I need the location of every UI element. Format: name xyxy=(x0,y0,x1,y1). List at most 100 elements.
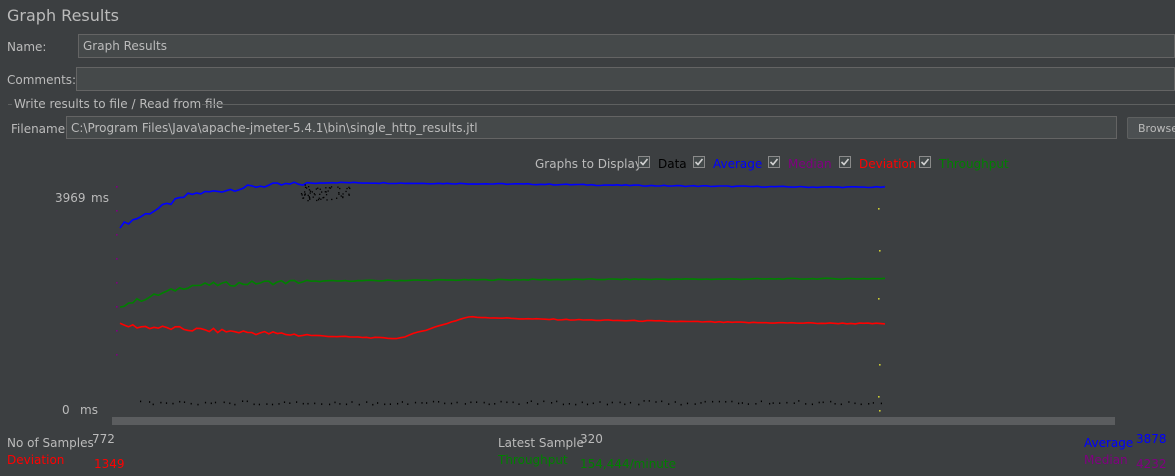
data-point xyxy=(351,401,353,403)
checkbox-throughput[interactable] xyxy=(919,156,931,168)
data-point xyxy=(661,400,663,403)
data-point xyxy=(530,400,532,402)
data-point xyxy=(421,402,423,404)
filename-input[interactable]: C:\Program Files\Java\apache-jmeter-5.4.… xyxy=(66,116,1117,139)
latest-sample-value: 320 xyxy=(580,432,603,446)
data-point xyxy=(407,403,409,405)
data-point xyxy=(718,400,720,403)
data-point xyxy=(854,402,856,405)
checkbox-average[interactable] xyxy=(693,156,705,168)
data-point xyxy=(319,193,321,195)
panel-title: Graph Results xyxy=(7,6,119,25)
data-point xyxy=(755,403,757,405)
data-point xyxy=(307,194,309,196)
data-point xyxy=(860,403,862,406)
data-point xyxy=(432,400,435,403)
data-point xyxy=(470,401,472,404)
data-point xyxy=(668,403,670,405)
data-point xyxy=(223,401,225,404)
browse-button[interactable]: Browse... xyxy=(1127,117,1175,139)
data-point xyxy=(323,196,325,199)
data-point xyxy=(140,400,142,403)
series-line-deviation xyxy=(119,315,886,340)
series-line-throughput xyxy=(119,277,886,308)
median-value: 4232 xyxy=(1136,457,1167,471)
checkbox-median[interactable] xyxy=(768,156,780,168)
checkmark-icon xyxy=(639,158,649,166)
data-point xyxy=(319,188,321,190)
data-point xyxy=(397,402,399,405)
data-point xyxy=(308,186,310,188)
fieldset-border-right xyxy=(202,104,1175,105)
data-point xyxy=(342,193,344,195)
median-point xyxy=(116,330,118,332)
data-point xyxy=(741,402,743,404)
data-point xyxy=(316,199,318,202)
data-point xyxy=(798,400,800,402)
data-point xyxy=(340,195,342,197)
data-point xyxy=(266,403,268,405)
data-point xyxy=(464,403,466,405)
data-point xyxy=(289,402,291,404)
data-point xyxy=(152,403,154,406)
data-point xyxy=(686,402,689,405)
data-point xyxy=(278,403,280,405)
data-point xyxy=(712,400,714,403)
data-point xyxy=(830,400,832,403)
data-point xyxy=(426,402,428,404)
data-point xyxy=(326,199,328,201)
data-point xyxy=(725,401,727,403)
data-point xyxy=(638,403,640,406)
samples-label: No of Samples xyxy=(7,436,94,450)
latest-sample-marker xyxy=(879,364,881,366)
data-point xyxy=(307,200,309,202)
data-point xyxy=(811,403,813,406)
data-point xyxy=(624,403,626,406)
data-point xyxy=(302,197,305,199)
checkbox-data[interactable] xyxy=(638,156,650,168)
comments-label: Comments: xyxy=(7,73,77,87)
data-point xyxy=(304,186,307,188)
data-point xyxy=(779,402,781,404)
data-point xyxy=(338,192,340,194)
data-point xyxy=(366,401,368,403)
data-point xyxy=(868,403,870,405)
data-point xyxy=(483,401,485,404)
data-point xyxy=(329,403,331,406)
data-point xyxy=(389,403,391,405)
data-point xyxy=(629,401,632,404)
graph-scrollbar[interactable] xyxy=(112,417,1115,425)
data-point xyxy=(283,401,286,403)
data-point xyxy=(581,401,583,404)
average-value: 3878 xyxy=(1136,432,1167,446)
data-point xyxy=(822,401,824,404)
data-point xyxy=(384,403,386,406)
name-input[interactable]: Graph Results xyxy=(78,34,1175,58)
data-point xyxy=(345,403,348,406)
data-point xyxy=(476,401,478,403)
data-point xyxy=(342,196,344,199)
average-label: Average xyxy=(1084,436,1134,450)
data-point xyxy=(444,402,446,405)
data-point xyxy=(592,402,594,405)
data-point xyxy=(315,188,317,190)
data-point xyxy=(345,190,347,193)
median-label: Median xyxy=(1084,453,1128,467)
data-point xyxy=(358,403,360,406)
data-point xyxy=(308,189,311,191)
data-point xyxy=(348,194,350,196)
median-point xyxy=(116,354,118,356)
data-point xyxy=(786,401,788,404)
data-point xyxy=(848,401,850,403)
data-point xyxy=(179,400,181,403)
data-point xyxy=(543,400,545,403)
data-point xyxy=(321,403,323,405)
comments-input[interactable] xyxy=(76,67,1175,91)
checkbox-label-average: Average xyxy=(713,157,763,171)
data-point xyxy=(488,403,490,406)
data-point xyxy=(300,193,303,195)
data-point xyxy=(312,196,314,198)
data-point xyxy=(271,403,274,406)
data-point xyxy=(450,402,453,405)
checkbox-deviation[interactable] xyxy=(839,156,851,168)
